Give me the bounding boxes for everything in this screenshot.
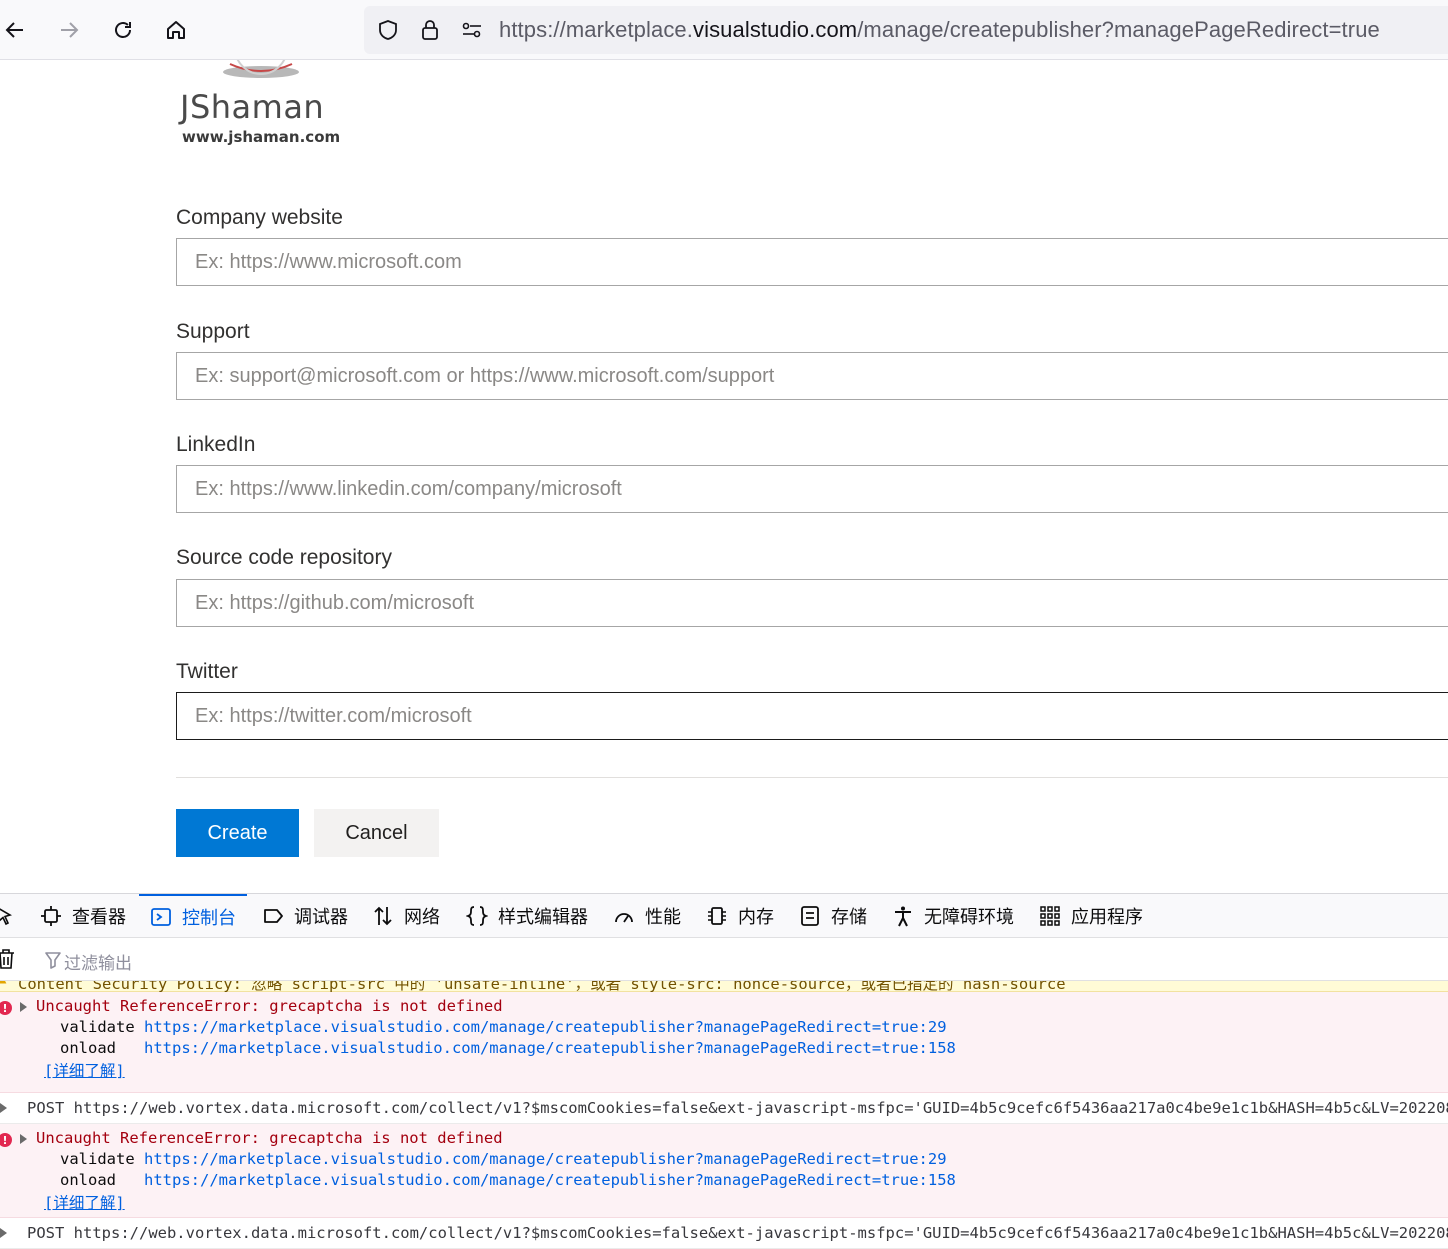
company-website-input[interactable]	[176, 238, 1448, 286]
stack-frame-fn: validate	[60, 1018, 135, 1036]
tab-label: 无障碍环境	[924, 907, 1014, 928]
expand-arrow-icon[interactable]	[0, 1228, 7, 1238]
tab-network[interactable]: 网络	[372, 894, 440, 938]
error-icon: !	[0, 1001, 12, 1015]
network-request-text: POST https://web.vortex.data.microsoft.c…	[27, 1099, 1448, 1117]
lock-icon[interactable]	[418, 18, 442, 42]
form-divider	[176, 777, 1448, 778]
grid-icon	[1040, 906, 1060, 926]
create-button[interactable]: Create	[176, 809, 299, 857]
console-error[interactable]: ! Uncaught ReferenceError: grecaptcha is…	[0, 992, 1448, 1093]
braces-icon	[466, 906, 488, 926]
address-bar[interactable]: https://marketplace.visualstudio.com/man…	[364, 6, 1448, 54]
forward-arrow-icon[interactable]	[51, 12, 87, 48]
linkedin-label: LinkedIn	[176, 433, 256, 456]
publisher-logo: 0101 1010 JShaman www.jshaman.com	[176, 60, 348, 152]
stack-frame-fn: onload	[60, 1039, 116, 1057]
network-request-text: POST https://web.vortex.data.microsoft.c…	[27, 1224, 1448, 1242]
url-domain: visualstudio.com	[692, 17, 858, 42]
tab-label: 网络	[404, 907, 440, 928]
network-icon	[374, 906, 392, 926]
expand-arrow-icon[interactable]	[0, 1103, 7, 1113]
console-warning: ▲ Content Security Policy: 忽略 script-src…	[0, 981, 1448, 993]
learn-more-link[interactable]: [详细了解]	[44, 1191, 125, 1213]
shield-icon[interactable]	[376, 18, 400, 42]
tab-label: 样式编辑器	[498, 907, 588, 928]
devtools-panel: 查看器 控制台 调试器 网络 样式编辑器 性能 内存 存储 无障碍环境 应用程序…	[0, 893, 1448, 1249]
logo-name: JShaman	[180, 88, 325, 126]
back-arrow-icon[interactable]	[0, 12, 33, 48]
twitter-input[interactable]	[176, 692, 1448, 740]
tab-memory[interactable]: 内存	[706, 894, 774, 938]
console-network-log[interactable]: POST https://web.vortex.data.microsoft.c…	[0, 1218, 1448, 1249]
tab-debugger[interactable]: 调试器	[262, 894, 348, 938]
url-prefix: https://marketplace.	[499, 17, 693, 42]
storage-icon	[801, 906, 819, 926]
support-label: Support	[176, 320, 250, 343]
stack-frame-fn: validate	[60, 1150, 135, 1168]
error-text: Uncaught ReferenceError: grecaptcha is n…	[36, 997, 503, 1015]
tab-label: 性能	[645, 907, 681, 928]
console-icon	[151, 908, 171, 926]
tab-console[interactable]: 控制台	[139, 894, 247, 938]
filter-input[interactable]: 过滤输出	[64, 949, 132, 974]
tab-label: 控制台	[182, 908, 236, 929]
twitter-label: Twitter	[176, 660, 238, 683]
logo-site: www.jshaman.com	[182, 128, 341, 146]
tab-style-editor[interactable]: 样式编辑器	[466, 894, 588, 938]
home-icon[interactable]	[158, 12, 194, 48]
source-repo-label: Source code repository	[176, 546, 392, 569]
source-repo-input[interactable]	[176, 579, 1448, 627]
tab-performance[interactable]: 性能	[613, 894, 681, 938]
chip-icon	[708, 907, 726, 925]
gauge-icon	[615, 913, 633, 923]
linkedin-input[interactable]	[176, 465, 1448, 513]
warning-icon: ▲	[0, 981, 6, 987]
console-network-log[interactable]: POST https://web.vortex.data.microsoft.c…	[0, 1093, 1448, 1124]
inspector-icon	[41, 906, 61, 926]
expand-arrow-icon[interactable]	[20, 1134, 27, 1144]
tab-label: 存储	[831, 907, 867, 928]
console-filter-bar: 过滤输出	[0, 938, 1448, 981]
error-text: Uncaught ReferenceError: grecaptcha is n…	[36, 1129, 503, 1147]
tab-application[interactable]: 应用程序	[1039, 894, 1143, 938]
stack-frame-link[interactable]: https://marketplace.visualstudio.com/man…	[144, 1150, 947, 1168]
tab-inspector[interactable]: 查看器	[40, 894, 126, 938]
tab-label: 应用程序	[1071, 907, 1143, 928]
stack-frame-link[interactable]: https://marketplace.visualstudio.com/man…	[144, 1018, 947, 1036]
filter-icon	[45, 952, 61, 969]
tab-label: 调试器	[294, 907, 348, 928]
url-suffix: /manage/createpublisher?managePageRedire…	[857, 17, 1380, 42]
permissions-icon[interactable]	[460, 18, 484, 42]
url-text[interactable]: https://marketplace.visualstudio.com/man…	[499, 17, 1380, 43]
console-output: ▲ Content Security Policy: 忽略 script-src…	[0, 981, 1448, 1249]
reload-icon[interactable]	[105, 12, 141, 48]
error-icon: !	[0, 1133, 12, 1147]
debugger-icon	[264, 909, 283, 923]
element-picker-icon[interactable]	[0, 894, 26, 938]
tab-storage[interactable]: 存储	[799, 894, 867, 938]
stack-frame-link[interactable]: https://marketplace.visualstudio.com/man…	[144, 1039, 956, 1057]
tab-label: 内存	[738, 907, 774, 928]
browser-toolbar: https://marketplace.visualstudio.com/man…	[0, 0, 1448, 60]
accessibility-icon	[895, 906, 911, 927]
trash-icon[interactable]	[0, 948, 16, 970]
learn-more-link[interactable]: [详细了解]	[44, 1059, 125, 1081]
logo-globe-icon: 0101 1010	[223, 60, 299, 78]
support-input[interactable]	[176, 352, 1448, 400]
console-error[interactable]: ! Uncaught ReferenceError: grecaptcha is…	[0, 1124, 1448, 1218]
company-website-label: Company website	[176, 206, 343, 229]
stack-frame-link[interactable]: https://marketplace.visualstudio.com/man…	[144, 1171, 956, 1189]
devtools-tabbar: 查看器 控制台 调试器 网络 样式编辑器 性能 内存 存储 无障碍环境 应用程序	[0, 894, 1448, 938]
stack-frame-fn: onload	[60, 1171, 116, 1189]
cancel-button[interactable]: Cancel	[314, 809, 439, 857]
expand-arrow-icon[interactable]	[20, 1002, 27, 1012]
tab-accessibility[interactable]: 无障碍环境	[892, 894, 1014, 938]
tab-label: 查看器	[72, 907, 126, 928]
